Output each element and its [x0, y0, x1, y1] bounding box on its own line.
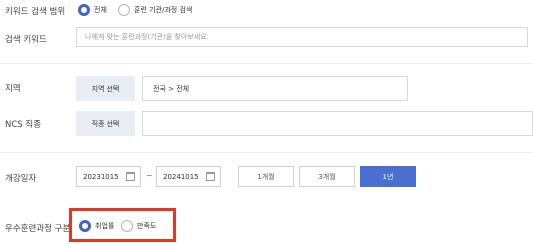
period-1-month-button[interactable]: 1개월	[238, 166, 294, 187]
excellent-course-label: 우수훈련과정 구분	[5, 224, 71, 234]
radio-unchecked-icon	[118, 4, 130, 16]
keyword-input[interactable]: 나에게 맞는 훈련과정(기관)을 찾아보세요.	[76, 27, 528, 47]
calendar-icon[interactable]	[126, 172, 135, 181]
scope-radio-institution[interactable]: 훈련 기관/과정 검색	[118, 4, 192, 16]
date-from-input[interactable]: 20231015	[76, 166, 141, 187]
region-label: 지역	[5, 84, 21, 94]
region-select-button[interactable]: 지역 선택	[76, 76, 135, 101]
divider	[0, 152, 533, 153]
excellent-radio-employment-label: 취업률	[95, 222, 115, 230]
region-value-field[interactable]: 전국 > 전체	[142, 76, 408, 101]
excellent-radio-satisfaction[interactable]: 만족도	[121, 220, 156, 232]
period-3-months-button[interactable]: 3개월	[299, 166, 355, 187]
radio-checked-icon	[79, 220, 91, 232]
ncs-value-field[interactable]	[142, 111, 533, 136]
period-1-year-button[interactable]: 1년	[360, 166, 416, 187]
date-to-input[interactable]: 20241015	[156, 166, 221, 187]
scope-radio-all[interactable]: 전체	[78, 4, 107, 16]
date-from-value: 20231015	[83, 172, 119, 181]
radio-checked-icon	[78, 4, 90, 16]
ncs-select-button[interactable]: 직종 선택	[76, 111, 135, 136]
keyword-label: 검색 키워드	[5, 35, 47, 45]
date-to-value: 20241015	[163, 172, 199, 181]
scope-radio-all-label: 전체	[94, 6, 107, 14]
region-value: 전국 > 전체	[153, 84, 190, 93]
scope-radio-institution-label: 훈련 기관/과정 검색	[134, 6, 193, 14]
ncs-label: NCS 직종	[5, 120, 42, 130]
divider	[0, 63, 533, 64]
keyword-scope-label: 키워드 검색 범위	[5, 7, 66, 17]
start-date-label: 개강일자	[5, 174, 37, 184]
excellent-radio-employment[interactable]: 취업률	[79, 220, 114, 232]
calendar-icon[interactable]	[206, 172, 215, 181]
excellent-radio-satisfaction-label: 만족도	[137, 222, 157, 230]
keyword-placeholder: 나에게 맞는 훈련과정(기관)을 찾아보세요.	[85, 33, 209, 41]
radio-unchecked-icon	[121, 220, 133, 232]
date-separator: ~	[146, 171, 153, 180]
